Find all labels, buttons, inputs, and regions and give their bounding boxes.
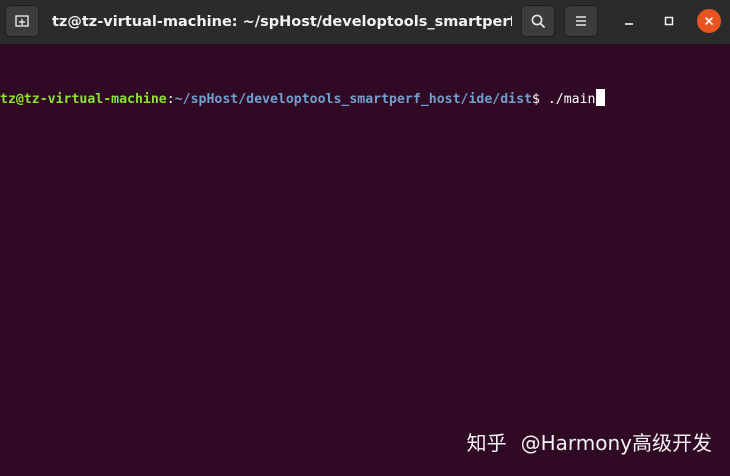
- window-title: tz@tz-virtual-machine: ~/spHost/developt…: [52, 14, 512, 30]
- close-button[interactable]: [697, 9, 721, 33]
- watermark-site: 知乎: [466, 431, 507, 455]
- prompt-symbol: $: [531, 92, 548, 107]
- search-button[interactable]: [521, 5, 555, 37]
- terminal-window: tz@tz-virtual-machine: ~/spHost/developt…: [0, 0, 730, 476]
- prompt-line: tz@tz-virtual-machine:~/spHost/developto…: [0, 89, 730, 111]
- title-bar[interactable]: tz@tz-virtual-machine: ~/spHost/developt…: [0, 0, 730, 44]
- prompt-path: ~/spHost/developtools_smartperf_host/ide…: [174, 92, 532, 107]
- new-tab-icon: [15, 15, 29, 27]
- terminal-output[interactable]: tz@tz-virtual-machine:~/spHost/developto…: [0, 44, 730, 476]
- maximize-icon: [664, 16, 674, 26]
- watermark: 知乎 @Harmony高级开发: [467, 427, 712, 456]
- search-icon: [531, 14, 545, 28]
- maximize-button[interactable]: [657, 9, 681, 33]
- minimize-icon: [625, 23, 633, 25]
- prompt-separator: :: [166, 92, 175, 107]
- prompt-user-host: tz@tz-virtual-machine: [0, 92, 167, 107]
- text-cursor: [595, 89, 605, 106]
- typed-command: ./main: [547, 92, 596, 107]
- menu-button[interactable]: [564, 5, 598, 37]
- hamburger-menu-icon: [576, 16, 586, 26]
- watermark-author: @Harmony高级开发: [520, 431, 712, 455]
- close-icon: [705, 17, 713, 25]
- new-tab-button[interactable]: [5, 5, 39, 37]
- minimize-button[interactable]: [617, 9, 641, 33]
